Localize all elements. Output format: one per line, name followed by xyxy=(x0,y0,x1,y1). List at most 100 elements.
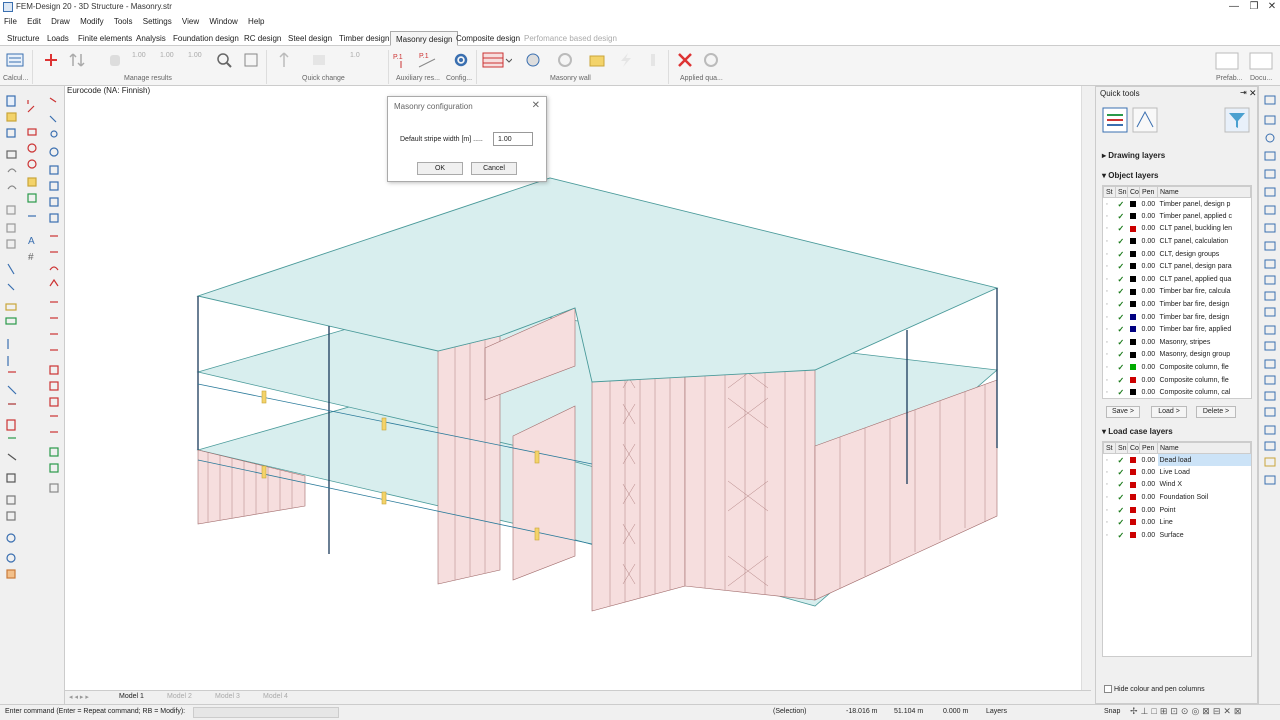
load-case-sn-check-icon[interactable]: ✓ xyxy=(1116,466,1128,479)
object-layer-color-swatch[interactable] xyxy=(1128,361,1140,374)
object-layer-color-swatch[interactable] xyxy=(1128,374,1140,387)
menu-settings[interactable]: Settings xyxy=(139,15,176,28)
pin-icon[interactable]: ⇥ xyxy=(1240,88,1247,97)
object-layer-color-swatch[interactable] xyxy=(1128,298,1140,311)
object-layer-st-icon[interactable]: ◦ xyxy=(1104,361,1116,374)
object-layer-st-icon[interactable]: ◦ xyxy=(1104,248,1116,261)
load-case-st-icon[interactable]: ◦ xyxy=(1104,504,1116,517)
layers-status[interactable]: Layers xyxy=(986,708,1007,715)
dialog-close-icon[interactable]: ✕ xyxy=(532,100,540,111)
object-layer-st-icon[interactable]: ◦ xyxy=(1104,323,1116,336)
snap-mode-icons[interactable]: ✢⊥□⊞⊡⊙◎⊠⊟✕⊠ xyxy=(1130,706,1244,717)
aux-chart-icon[interactable]: P.1 xyxy=(418,51,436,69)
load-case-color-swatch[interactable] xyxy=(1128,466,1140,479)
restore-button[interactable]: ❐ xyxy=(1244,1,1264,14)
quick-level-icon[interactable] xyxy=(310,51,328,69)
object-layer-row[interactable]: ◦ ✓ 0.00 Composite column, cal xyxy=(1104,386,1251,398)
menu-tools[interactable]: Tools xyxy=(110,15,137,28)
right-toolbar-icons[interactable] xyxy=(1259,86,1280,704)
left-toolbar-icons[interactable]: A # xyxy=(0,86,65,704)
object-layer-color-swatch[interactable] xyxy=(1128,336,1140,349)
menu-help[interactable]: Help xyxy=(244,15,268,28)
object-layer-row[interactable]: ◦ ✓ 0.00 CLT panel, buckling len xyxy=(1104,223,1251,236)
menu-window[interactable]: Window xyxy=(205,15,241,28)
wall-settings-icon[interactable] xyxy=(524,51,542,69)
load-case-sn-check-icon[interactable]: ✓ xyxy=(1116,491,1128,504)
load-case-row[interactable]: ◦ ✓ 0.00 Surface xyxy=(1104,529,1251,542)
object-layer-sn-check-icon[interactable]: ✓ xyxy=(1116,349,1128,362)
delete-x-icon[interactable] xyxy=(676,51,694,69)
object-layer-sn-check-icon[interactable]: ✓ xyxy=(1116,198,1128,211)
load-case-color-swatch[interactable] xyxy=(1128,479,1140,492)
load-case-sn-check-icon[interactable]: ✓ xyxy=(1116,454,1128,467)
object-layer-sn-check-icon[interactable]: ✓ xyxy=(1116,323,1128,336)
object-layer-row[interactable]: ◦ ✓ 0.00 Timber bar fire, calcula xyxy=(1104,286,1251,299)
brush-icon[interactable] xyxy=(644,51,662,69)
drawing-layers-header[interactable]: ▸ Drawing layers xyxy=(1102,151,1165,160)
tab-foundation-design[interactable]: Foundation design xyxy=(168,31,244,46)
load-case-row[interactable]: ◦ ✓ 0.00 Wind X xyxy=(1104,479,1251,492)
tab-performance-based-design[interactable]: Perfomance based design xyxy=(519,31,622,46)
object-layer-row[interactable]: ◦ ✓ 0.00 CLT panel, calculation xyxy=(1104,235,1251,248)
object-layer-row[interactable]: ◦ ✓ 0.00 Timber bar fire, design xyxy=(1104,311,1251,324)
object-layer-sn-check-icon[interactable]: ✓ xyxy=(1116,374,1128,387)
prefab-icon[interactable] xyxy=(1214,51,1240,71)
object-layer-st-icon[interactable]: ◦ xyxy=(1104,223,1116,236)
object-layer-color-swatch[interactable] xyxy=(1128,323,1140,336)
object-layer-row[interactable]: ◦ ✓ 0.00 Masonry, stripes xyxy=(1104,336,1251,349)
load-case-sn-check-icon[interactable]: ✓ xyxy=(1116,504,1128,517)
menu-file[interactable]: File xyxy=(0,15,21,28)
object-layer-sn-check-icon[interactable]: ✓ xyxy=(1116,223,1128,236)
object-layer-st-icon[interactable]: ◦ xyxy=(1104,298,1116,311)
load-case-st-icon[interactable]: ◦ xyxy=(1104,454,1116,467)
model-tab-3[interactable]: Model 3 xyxy=(215,693,240,700)
object-layer-st-icon[interactable]: ◦ xyxy=(1104,311,1116,324)
object-layer-row[interactable]: ◦ ✓ 0.00 Composite column, fle xyxy=(1104,374,1251,387)
close-button[interactable]: ✕ xyxy=(1262,1,1280,14)
object-layer-color-swatch[interactable] xyxy=(1128,349,1140,362)
object-layer-row[interactable]: ◦ ✓ 0.00 CLT panel, applied qua xyxy=(1104,273,1251,286)
object-layer-st-icon[interactable]: ◦ xyxy=(1104,210,1116,223)
calculate-icon[interactable] xyxy=(6,51,24,69)
model-tab-4[interactable]: Model 4 xyxy=(263,693,288,700)
hand-icon[interactable] xyxy=(106,51,124,69)
object-layer-color-swatch[interactable] xyxy=(1128,386,1140,398)
model-tab-1[interactable]: Model 1 xyxy=(119,693,144,700)
load-case-st-icon[interactable]: ◦ xyxy=(1104,479,1116,492)
graph-tool-icon[interactable] xyxy=(1132,107,1158,133)
folder-icon[interactable] xyxy=(588,51,606,69)
menu-draw[interactable]: Draw xyxy=(47,15,74,28)
filter-icon[interactable] xyxy=(1224,107,1250,133)
load-case-color-swatch[interactable] xyxy=(1128,454,1140,467)
load-case-row[interactable]: ◦ ✓ 0.00 Foundation Soil xyxy=(1104,491,1251,504)
load-case-color-swatch[interactable] xyxy=(1128,491,1140,504)
tab-timber-design[interactable]: Timber design xyxy=(334,31,394,46)
object-layer-sn-check-icon[interactable]: ✓ xyxy=(1116,336,1128,349)
model-canvas[interactable]: Eurocode (NA: Finnish) xyxy=(65,86,1081,690)
object-layer-row[interactable]: ◦ ✓ 0.00 CLT, design groups xyxy=(1104,248,1251,261)
tab-loads[interactable]: Loads xyxy=(42,31,74,46)
load-case-sn-check-icon[interactable]: ✓ xyxy=(1116,479,1128,492)
object-layer-st-icon[interactable]: ◦ xyxy=(1104,386,1116,398)
object-layer-color-swatch[interactable] xyxy=(1128,223,1140,236)
object-layer-sn-check-icon[interactable]: ✓ xyxy=(1116,210,1128,223)
object-layer-row[interactable]: ◦ ✓ 0.00 CLT panel, design para xyxy=(1104,260,1251,273)
load-case-sn-check-icon[interactable]: ✓ xyxy=(1116,529,1128,542)
object-layer-sn-check-icon[interactable]: ✓ xyxy=(1116,273,1128,286)
tab-masonry-design[interactable]: Masonry design xyxy=(390,31,459,46)
snap-status[interactable]: Snap xyxy=(1104,708,1120,715)
model-tab-2[interactable]: Model 2 xyxy=(167,693,192,700)
object-layer-st-icon[interactable]: ◦ xyxy=(1104,198,1116,211)
stripe-width-input[interactable] xyxy=(493,132,533,146)
menu-edit[interactable]: Edit xyxy=(23,15,45,28)
documentation-icon[interactable] xyxy=(1248,51,1274,71)
load-case-row[interactable]: ◦ ✓ 0.00 Dead load xyxy=(1104,453,1251,467)
delete-layers-button[interactable]: Delete > xyxy=(1196,406,1236,418)
object-layer-st-icon[interactable]: ◦ xyxy=(1104,374,1116,387)
object-layer-sn-check-icon[interactable]: ✓ xyxy=(1116,298,1128,311)
object-layer-color-swatch[interactable] xyxy=(1128,273,1140,286)
zoom-icon[interactable] xyxy=(215,51,233,69)
lightning-icon[interactable] xyxy=(616,51,634,69)
tab-structure[interactable]: Structure xyxy=(2,31,44,46)
load-case-color-swatch[interactable] xyxy=(1128,516,1140,529)
